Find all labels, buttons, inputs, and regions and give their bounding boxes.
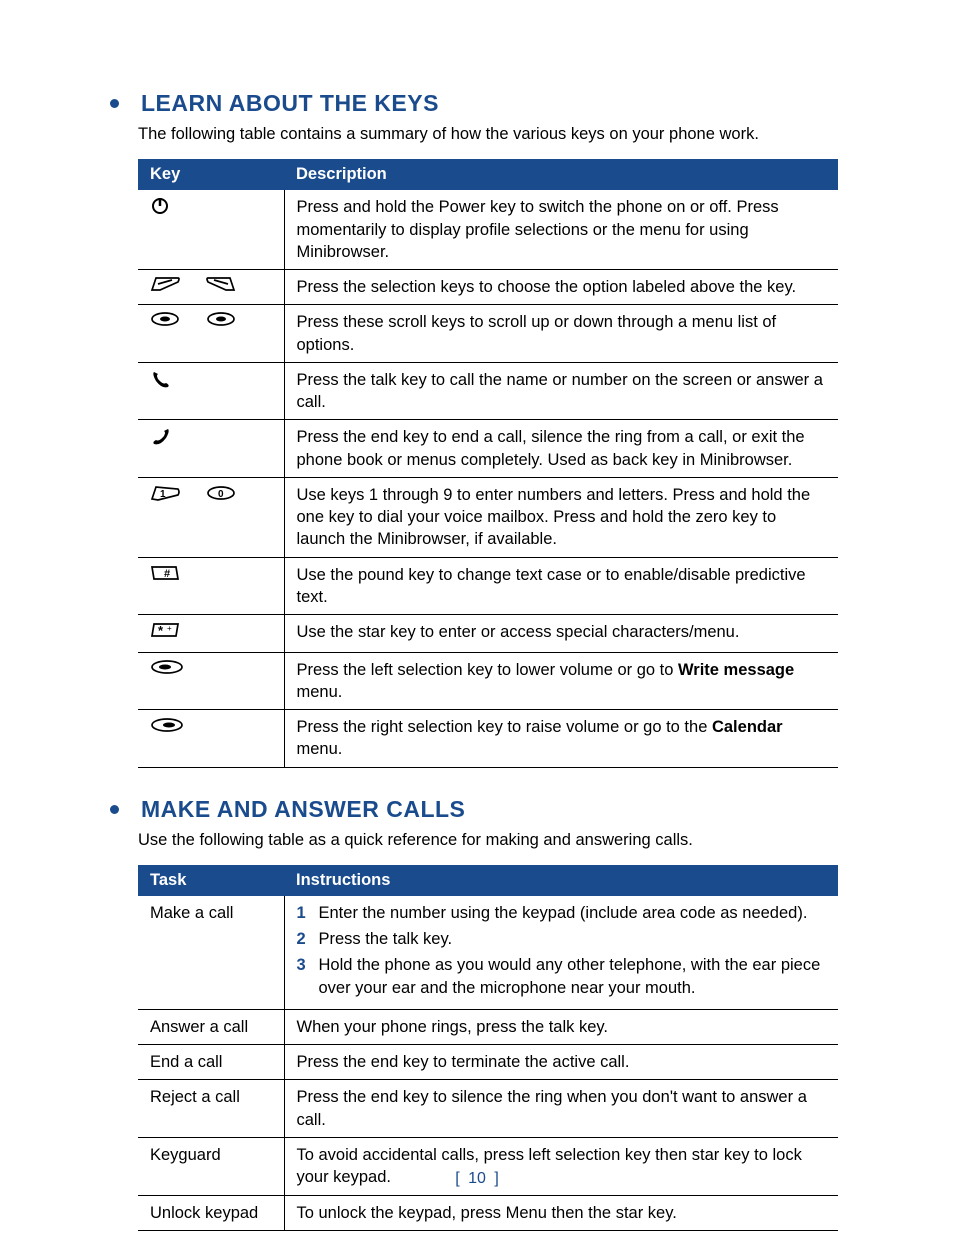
key-description: Press the right selection key to raise v… [284,710,838,768]
key-description: Use the star key to enter or access spec… [284,615,838,652]
instruction-step: Hold the phone as you would any other te… [297,954,827,999]
section-heading-keys: LEARN ABOUT THE KEYS [110,90,844,117]
key-description: Press the talk key to call the name or n… [284,362,838,420]
table-row: 1 0 Use keys 1 through 9 to enter number… [138,477,838,557]
task-instructions: To unlock the keypad, press Menu then th… [284,1195,838,1230]
task-instructions: Press the end key to terminate the activ… [284,1045,838,1080]
instruction-step: Enter the number using the keypad (inclu… [297,902,827,924]
scroll-up-icon [150,311,180,333]
keys-table: Key Description Press and hold the Power… [138,159,838,767]
table-row: Press the left selection key to lower vo… [138,652,838,710]
table-row: End a call Press the end key to terminat… [138,1045,838,1080]
table-row: # Use the pound key to change text case … [138,557,838,615]
talk-key-icon [150,369,172,397]
section-intro: The following table contains a summary o… [138,123,844,145]
key-description: Press and hold the Power key to switch t… [284,190,838,269]
svg-text:1: 1 [160,489,166,500]
section-title: LEARN ABOUT THE KEYS [141,90,439,117]
one-key-icon: 1 [150,484,180,508]
table-row: Press the right selection key to raise v… [138,710,838,768]
scroll-down-icon [206,311,236,333]
instruction-step: Press the talk key. [297,928,827,950]
table-row: Press and hold the Power key to switch t… [138,190,838,269]
star-key-icon: *+ [150,621,180,645]
svg-text:0: 0 [218,489,224,500]
task-instructions: Press the end key to silence the ring wh… [284,1080,838,1138]
bullet-icon [110,805,119,814]
table-row: Press these scroll keys to scroll up or … [138,305,838,363]
task-name: Reject a call [138,1080,284,1138]
end-key-icon [150,426,172,454]
pound-key-icon: # [150,564,180,588]
power-icon [150,196,170,222]
selection-key-right-icon [206,276,236,298]
key-description: Press the end key to end a call, silence… [284,420,838,478]
col-header-instructions: Instructions [284,865,838,896]
left-selection-key-icon [150,659,184,681]
task-name: Answer a call [138,1009,284,1044]
table-row: Answer a call When your phone rings, pre… [138,1009,838,1044]
table-row: Make a call Enter the number using the k… [138,896,838,1010]
zero-key-icon: 0 [206,485,236,507]
key-description: Press the selection keys to choose the o… [284,270,838,305]
table-row: Unlock keypad To unlock the keypad, pres… [138,1195,838,1230]
section-title: MAKE AND ANSWER CALLS [141,796,465,823]
table-row: Press the end key to end a call, silence… [138,420,838,478]
task-name: Make a call [138,896,284,1010]
section-heading-calls: MAKE AND ANSWER CALLS [110,796,844,823]
key-description: Use the pound key to change text case or… [284,557,838,615]
right-selection-key-icon [150,717,184,739]
task-name: End a call [138,1045,284,1080]
task-name: Unlock keypad [138,1195,284,1230]
svg-text:+: + [167,624,172,633]
col-header-description: Description [284,159,838,190]
bullet-icon [110,99,119,108]
table-row: *+ Use the star key to enter or access s… [138,615,838,652]
document-page: LEARN ABOUT THE KEYS The following table… [0,0,954,1248]
page-number: [ 10 ] [0,1170,954,1188]
task-instructions: Enter the number using the keypad (inclu… [284,896,838,1010]
table-row: Reject a call Press the end key to silen… [138,1080,838,1138]
table-row: Press the selection keys to choose the o… [138,270,838,305]
section-intro: Use the following table as a quick refer… [138,829,844,851]
svg-text:#: # [164,568,170,580]
key-description: Use keys 1 through 9 to enter numbers an… [284,477,838,557]
key-description: Press the left selection key to lower vo… [284,652,838,710]
col-header-task: Task [138,865,284,896]
key-description: Press these scroll keys to scroll up or … [284,305,838,363]
col-header-key: Key [138,159,284,190]
table-row: Press the talk key to call the name or n… [138,362,838,420]
selection-key-left-icon [150,276,180,298]
task-instructions: When your phone rings, press the talk ke… [284,1009,838,1044]
